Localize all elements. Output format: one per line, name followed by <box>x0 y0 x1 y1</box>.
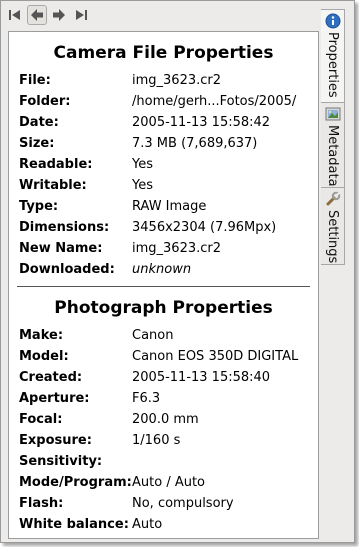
property-label: Mode/Program: <box>19 475 132 490</box>
property-row: Aperture: F6.3 <box>9 388 318 409</box>
property-value: Yes <box>132 157 153 172</box>
property-row: Type: RAW Image <box>9 196 318 217</box>
property-value: img_3623.cr2 <box>132 241 222 256</box>
property-value: Canon EOS 350D DIGITAL <box>132 349 299 364</box>
back-button[interactable] <box>27 5 47 25</box>
property-value: Auto / Auto <box>132 475 206 490</box>
camera-section-title: Camera File Properties <box>53 43 274 63</box>
property-row: Focal: 200.0 mm <box>9 409 318 430</box>
tab-settings[interactable]: Settings <box>321 187 345 265</box>
first-icon <box>9 10 20 20</box>
property-label: Model: <box>19 349 69 364</box>
property-label: Downloaded: <box>19 262 115 277</box>
wrench-icon <box>325 191 341 207</box>
info-icon <box>325 13 341 29</box>
property-label: Make: <box>19 328 64 343</box>
property-value: /home/gerh...Fotos/2005/ <box>132 94 297 109</box>
tab-settings-label: Settings <box>325 210 340 264</box>
property-row: Make: Canon <box>9 325 318 346</box>
tab-properties-label: Properties <box>325 32 340 98</box>
property-row: Readable: Yes <box>9 154 318 175</box>
property-value: 200.0 mm <box>132 412 199 427</box>
property-label: Exposure: <box>19 433 92 448</box>
property-value: No, compulsory <box>132 496 234 511</box>
property-label: File: <box>19 73 51 88</box>
property-value: Yes <box>132 178 153 193</box>
forward-icon <box>53 9 65 21</box>
forward-button[interactable] <box>49 5 69 25</box>
tab-metadata[interactable]: Metadata <box>321 102 345 188</box>
property-value: unknown <box>132 262 192 277</box>
property-row: Size: 7.3 MB (7,689,637) <box>9 133 318 154</box>
property-label: Sensitivity: <box>19 454 103 469</box>
side-tab-bar: Properties Metadata Settings <box>321 9 345 265</box>
property-row: Dimensions: 3456x2304 (7.96Mpx) <box>9 217 318 238</box>
property-row: Writable: Yes <box>9 175 318 196</box>
photo-section-title: Photograph Properties <box>54 298 273 318</box>
property-row: Sensitivity: <box>9 451 318 472</box>
tab-metadata-label: Metadata <box>325 125 340 187</box>
property-value: 2005-11-13 15:58:42 <box>132 115 271 130</box>
property-value: 3456x2304 (7.96Mpx) <box>132 220 277 235</box>
first-button[interactable] <box>5 5 25 25</box>
property-label: Date: <box>19 115 59 130</box>
property-row: Model: Canon EOS 350D DIGITAL <box>9 346 318 367</box>
property-row: New Name: img_3623.cr2 <box>9 238 318 259</box>
back-icon <box>31 9 43 21</box>
properties-panel: Camera File Properties File: img_3623.cr2… <box>8 31 319 539</box>
property-value: 7.3 MB (7,689,637) <box>132 136 258 151</box>
property-label: Folder: <box>19 94 71 109</box>
property-value: 2005-11-13 15:58:40 <box>132 370 271 385</box>
property-value: RAW Image <box>132 199 207 214</box>
property-row: White balance: Auto <box>9 514 318 535</box>
tab-properties[interactable]: Properties <box>321 9 345 103</box>
property-value: img_3623.cr2 <box>132 73 222 88</box>
property-label: Dimensions: <box>19 220 110 235</box>
property-label: Size: <box>19 136 55 151</box>
property-value: F6.3 <box>132 391 161 406</box>
last-button[interactable] <box>71 5 91 25</box>
property-value: Canon <box>132 328 174 343</box>
navigation-toolbar <box>5 5 91 29</box>
property-row: Exposure: 1/160 s <box>9 430 318 451</box>
section-divider <box>17 286 310 287</box>
property-label: Writable: <box>19 178 87 193</box>
property-row: Mode/Program: Auto / Auto <box>9 472 318 493</box>
property-row: Folder: /home/gerh...Fotos/2005/ <box>9 91 318 112</box>
properties-sidebar-window: Camera File Properties File: img_3623.cr2… <box>0 0 355 543</box>
property-row: Date: 2005-11-13 15:58:42 <box>9 112 318 133</box>
property-label: Type: <box>19 199 59 214</box>
property-row: Flash: No, compulsory <box>9 493 318 514</box>
property-label: Flash: <box>19 496 64 511</box>
property-row: Created: 2005-11-13 15:58:40 <box>9 367 318 388</box>
property-row: Downloaded: unknown <box>9 259 318 280</box>
property-value: 1/160 s <box>132 433 181 448</box>
last-icon <box>76 10 87 20</box>
property-label: Readable: <box>19 157 93 172</box>
property-label: New Name: <box>19 241 103 256</box>
property-value: Auto <box>132 517 163 532</box>
property-label: Focal: <box>19 412 63 427</box>
property-row: File: img_3623.cr2 <box>9 70 318 91</box>
image-info-icon <box>325 106 341 122</box>
property-label: Created: <box>19 370 83 385</box>
property-label: Aperture: <box>19 391 90 406</box>
property-label: White balance: <box>19 517 129 532</box>
